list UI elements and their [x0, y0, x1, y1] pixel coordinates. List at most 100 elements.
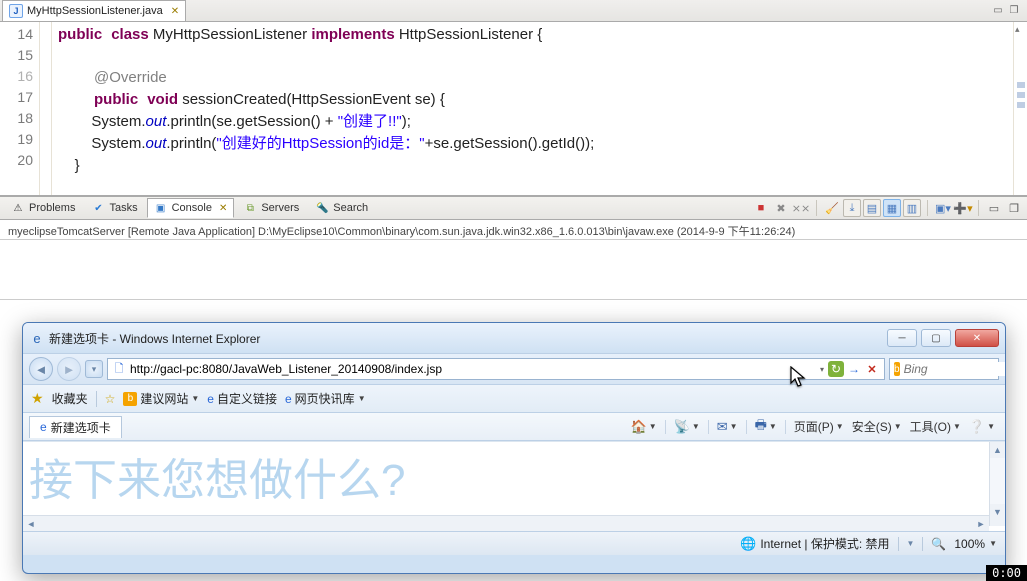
tab-dirty-close-icon[interactable]: ✕	[171, 6, 179, 17]
ie-refresh-button[interactable]: ↻	[828, 361, 844, 377]
ie-horizontal-scrollbar[interactable]: ◄ ►	[23, 515, 989, 531]
ie-titlebar[interactable]: e 新建选项卡 - Windows Internet Explorer ─ ▢ …	[23, 323, 1005, 353]
editor-tab-active[interactable]: J MyHttpSessionListener.java ✕	[2, 0, 186, 21]
home-icon: 🏠	[631, 419, 647, 435]
editor-tab-title: MyHttpSessionListener.java	[27, 5, 163, 17]
line-number: 18	[0, 108, 33, 129]
ie-history-dropdown[interactable]: ▾	[85, 360, 103, 378]
ie-vertical-scrollbar[interactable]: ▲ ▼	[989, 442, 1005, 526]
scroll-down-icon[interactable]: ▼	[990, 504, 1005, 520]
tab-close-icon[interactable]: ✕	[219, 203, 227, 214]
editor-tab-bar: J MyHttpSessionListener.java ✕ ▭ ❐	[0, 0, 1027, 22]
cmd-home-button[interactable]: 🏠▼	[627, 419, 661, 435]
scroll-up-icon[interactable]: ▲	[990, 442, 1005, 458]
overview-marker	[1017, 102, 1025, 108]
chevron-down-icon: ▼	[191, 394, 199, 403]
tab-servers[interactable]: ⧉ Servers	[236, 198, 306, 218]
cmd-safety-menu[interactable]: 安全(S)▼	[848, 418, 906, 435]
scroll-track[interactable]	[39, 516, 973, 531]
page-icon: 🗋	[112, 362, 126, 376]
code-text[interactable]: public class MyHttpSessionListener imple…	[52, 22, 1013, 195]
ie-forward-button[interactable]: ►	[57, 357, 81, 381]
ie-status-bar: 🌐 Internet | 保护模式: 禁用 ▼ 🔍 100% ▼	[23, 531, 1005, 555]
tab-console[interactable]: ▣ Console ✕	[147, 198, 235, 218]
problems-icon: ⚠	[11, 201, 25, 215]
zoom-dropdown-icon[interactable]: ▼	[989, 539, 997, 548]
ie-stop-button[interactable]: ✕	[864, 361, 880, 377]
cmd-print-button[interactable]: 🖶▼	[751, 416, 781, 438]
bing-icon: b	[894, 362, 900, 376]
chevron-down-icon: ▼	[358, 394, 366, 403]
editor-minimize-icon[interactable]: ▭	[991, 5, 1005, 17]
view-minimize-icon[interactable]: ▭	[985, 199, 1003, 217]
scroll-left-icon[interactable]: ◄	[23, 516, 39, 531]
favorites-star-icon[interactable]: ★	[31, 390, 44, 407]
fav-item-webslice[interactable]: e 网页快讯库 ▼	[285, 390, 366, 407]
remove-all-button[interactable]: ⨯⨯	[792, 199, 810, 217]
ie-command-bar: e 新建选项卡 🏠▼ 📡▼ ✉▼ 🖶▼ 页面(P)▼ 安全(S)▼ 工具(O)▼…	[23, 413, 1005, 441]
cmd-mail-button[interactable]: ✉▼	[713, 419, 742, 435]
java-file-icon: J	[9, 4, 23, 18]
overview-marker	[1017, 92, 1025, 98]
ie-address-bar[interactable]: 🗋 ▾ ↻ → ✕	[107, 358, 885, 380]
tasks-icon: ✔	[91, 201, 105, 215]
clear-console-button[interactable]: 🧹	[823, 199, 841, 217]
line-number: 20	[0, 150, 33, 171]
console-launch-line: myeclipseTomcatServer [Remote Java Appli…	[0, 220, 1027, 240]
open-console-button[interactable]: ▣▾	[934, 199, 952, 217]
line-number: 19	[0, 129, 33, 150]
scroll-track[interactable]	[990, 458, 1005, 504]
recording-timer: 0:00	[986, 565, 1027, 581]
fav-item-suggest[interactable]: b 建议网站 ▼	[123, 390, 199, 407]
search-icon: 🔦	[315, 201, 329, 215]
new-console-button[interactable]: ➕▾	[954, 199, 972, 217]
protected-mode-dropdown[interactable]: ▼	[907, 539, 915, 548]
cmd-page-menu[interactable]: 页面(P)▼	[790, 418, 848, 435]
display-selected-button[interactable]: ▥	[903, 199, 921, 217]
favorites-label[interactable]: 收藏夹	[52, 390, 88, 407]
terminate-button[interactable]: ■	[752, 199, 770, 217]
fav-item-custom[interactable]: e 自定义链接	[207, 390, 277, 407]
console-icon: ▣	[154, 201, 168, 215]
tab-search[interactable]: 🔦 Search	[308, 198, 375, 218]
line-gutter: 14 15 16 17 18 19 20	[0, 22, 40, 195]
ie-minimize-button[interactable]: ─	[887, 329, 917, 347]
tab-problems[interactable]: ⚠ Problems	[4, 198, 82, 218]
cmd-tools-menu[interactable]: 工具(O)▼	[906, 418, 965, 435]
console-output[interactable]	[0, 240, 1027, 300]
fold-column	[40, 22, 52, 195]
ie-back-button[interactable]: ◄	[29, 357, 53, 381]
internet-zone-icon: 🌐	[740, 536, 756, 552]
favorites-add-button[interactable]: ☆	[105, 392, 116, 406]
ie-search-box[interactable]: b 🔍 ▾	[889, 358, 999, 380]
ie-url-input[interactable]	[130, 362, 816, 376]
tab-tasks[interactable]: ✔ Tasks	[84, 198, 144, 218]
zoom-icon[interactable]: 🔍	[931, 537, 946, 551]
ie-page-tab[interactable]: e 新建选项卡	[29, 416, 122, 438]
view-maximize-icon[interactable]: ❐	[1005, 199, 1023, 217]
content-heading: 接下来您想做什么?	[23, 442, 1005, 508]
show-on-out-button[interactable]: ▤	[863, 199, 881, 217]
ie-favicon-icon: e	[29, 330, 45, 346]
print-icon: 🖶	[755, 416, 767, 438]
zoom-level[interactable]: 100%	[954, 537, 985, 551]
ie-maximize-button[interactable]: ▢	[921, 329, 951, 347]
ie-close-button[interactable]: ✕	[955, 329, 999, 347]
cmd-feeds-button[interactable]: 📡▼	[670, 419, 704, 435]
ie-page-content[interactable]: 接下来您想做什么? ▲ ▼ ◄ ►	[23, 441, 1005, 531]
ie-link-icon: e	[285, 392, 292, 406]
addr-dropdown-icon[interactable]: ▾	[820, 365, 824, 374]
remove-launch-button[interactable]: ✖	[772, 199, 790, 217]
scroll-lock-button[interactable]: ⤓	[843, 199, 861, 217]
editor-maximize-icon[interactable]: ❐	[1007, 5, 1021, 17]
ie-tab-favicon-icon: e	[40, 420, 47, 434]
rss-icon: 📡	[674, 419, 690, 435]
pin-console-button[interactable]: ▦	[883, 199, 901, 217]
overview-ruler[interactable]	[1013, 22, 1027, 195]
code-editor[interactable]: 14 15 16 17 18 19 20 public class MyHttp…	[0, 22, 1027, 196]
cmd-help-button[interactable]: ❔▼	[965, 419, 999, 435]
ie-go-button[interactable]: →	[848, 362, 860, 376]
scroll-up-arrow-icon[interactable]: ▴	[1015, 24, 1025, 34]
scroll-right-icon[interactable]: ►	[973, 516, 989, 531]
ie-search-input[interactable]	[904, 362, 1006, 376]
